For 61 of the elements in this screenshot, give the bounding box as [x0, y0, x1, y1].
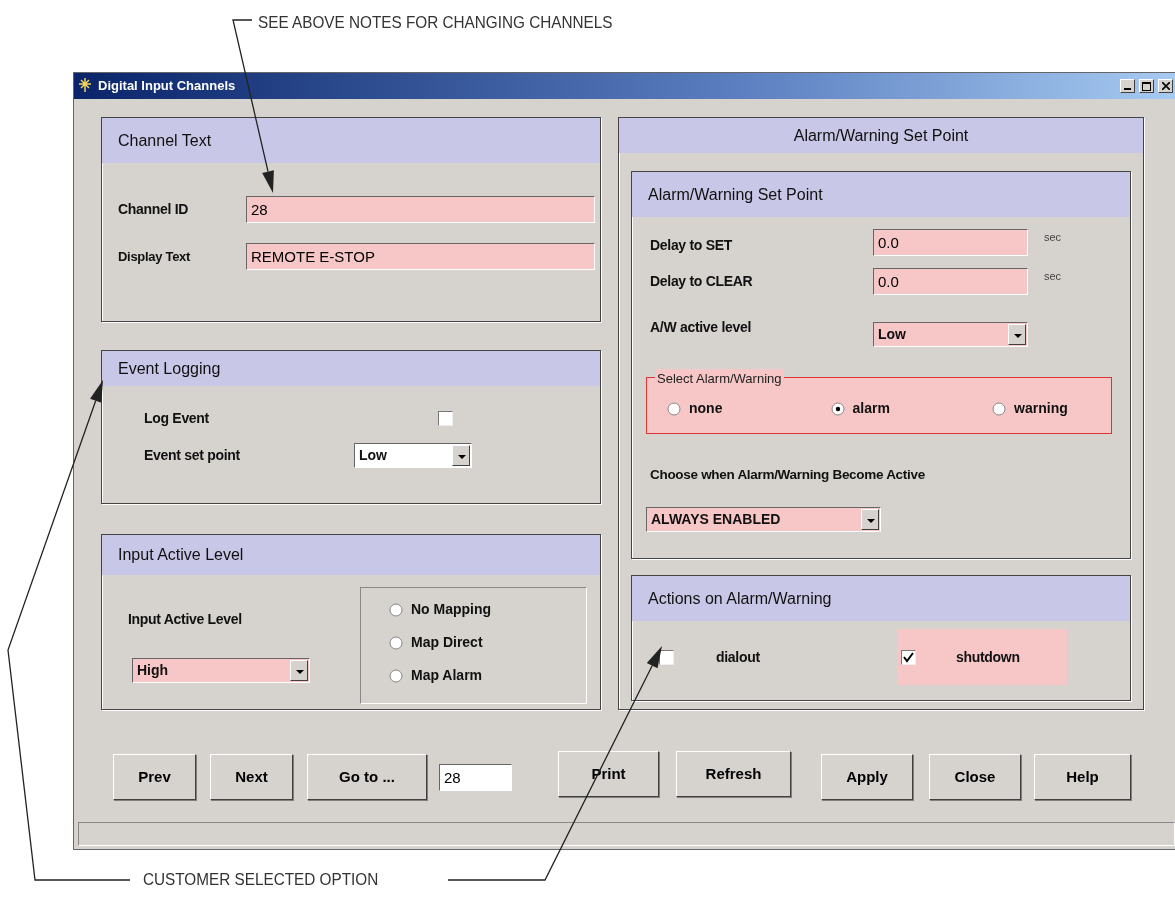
maximize-icon — [1142, 81, 1151, 91]
check-icon — [903, 651, 914, 663]
input-field[interactable]: 28 — [439, 763, 512, 791]
push-button[interactable]: Refresh — [676, 751, 791, 797]
radio-button[interactable] — [667, 401, 681, 416]
group-legend: Select Alarm/Warning — [655, 369, 784, 389]
field-label: Choose when Alarm/Warning Become Active — [650, 466, 926, 484]
field-label: Delay to SET — [650, 236, 734, 255]
input-field[interactable]: 28 — [246, 196, 595, 223]
field-label: Input Active Level — [128, 610, 243, 629]
unit-label: sec — [1044, 269, 1062, 284]
option-label: No Mapping — [411, 600, 492, 619]
minimize-button[interactable] — [1120, 79, 1135, 93]
dropdown[interactable]: Low — [354, 443, 472, 468]
field-label: Delay to CLEAR — [650, 272, 754, 291]
field-label: Event set point — [144, 446, 241, 465]
checkbox[interactable] — [659, 649, 674, 665]
callout-text: CUSTOMER SELECTED OPTION — [143, 869, 379, 891]
push-button[interactable]: Apply — [821, 754, 913, 800]
dropdown[interactable]: Low — [873, 322, 1028, 347]
radio-button[interactable] — [389, 668, 403, 683]
panel-header: Actions on Alarm/Warning — [632, 576, 1130, 621]
panel-header: Alarm/Warning Set Point — [619, 118, 1143, 153]
star-icon — [78, 78, 94, 94]
panel-header: Event Logging — [102, 351, 600, 386]
panel-header: Channel Text — [102, 118, 600, 163]
option-label: shutdown — [956, 647, 1020, 667]
push-button[interactable]: Help — [1034, 754, 1131, 800]
option-label: alarm — [852, 399, 890, 418]
radio-button[interactable] — [389, 635, 403, 650]
maximize-button[interactable] — [1139, 79, 1154, 93]
option-label: warning — [1014, 399, 1068, 418]
radio-button[interactable] — [389, 602, 403, 617]
option-label: dialout — [716, 647, 760, 667]
checkbox[interactable] — [901, 649, 916, 665]
dropdown[interactable]: ALWAYS ENABLED — [646, 507, 881, 533]
push-button[interactable]: Prev — [113, 754, 196, 800]
close-icon — [1161, 82, 1170, 90]
panel-header: Input Active Level — [102, 535, 600, 575]
push-button[interactable]: Next — [210, 754, 293, 800]
field-label: A/W active level — [650, 318, 753, 337]
input-field[interactable]: 0.0 — [873, 229, 1028, 256]
input-field[interactable]: 0.0 — [873, 268, 1028, 295]
field-label: Display Text — [118, 247, 192, 266]
option-label: Map Direct — [411, 633, 483, 652]
push-button[interactable]: Go to ... — [307, 754, 427, 800]
unit-label: sec — [1044, 230, 1062, 245]
radio-button[interactable] — [992, 401, 1007, 416]
input-field[interactable]: REMOTE E-STOP — [246, 243, 595, 270]
checkbox[interactable] — [438, 411, 453, 426]
radio-button[interactable] — [830, 401, 845, 416]
window-title: Digital Input Channels — [98, 77, 237, 96]
panel-header: Alarm/Warning Set Point — [632, 172, 1130, 217]
option-label: none — [689, 399, 723, 418]
option-label: Map Alarm — [411, 666, 483, 685]
push-button[interactable]: Close — [929, 754, 1021, 800]
field-label: Channel ID — [118, 200, 190, 219]
callout-text: SEE ABOVE NOTES FOR CHANGING CHANNELS — [258, 12, 613, 34]
close-button[interactable] — [1158, 79, 1173, 93]
field-label: Log Event — [144, 409, 210, 428]
dropdown[interactable]: High — [132, 658, 310, 683]
